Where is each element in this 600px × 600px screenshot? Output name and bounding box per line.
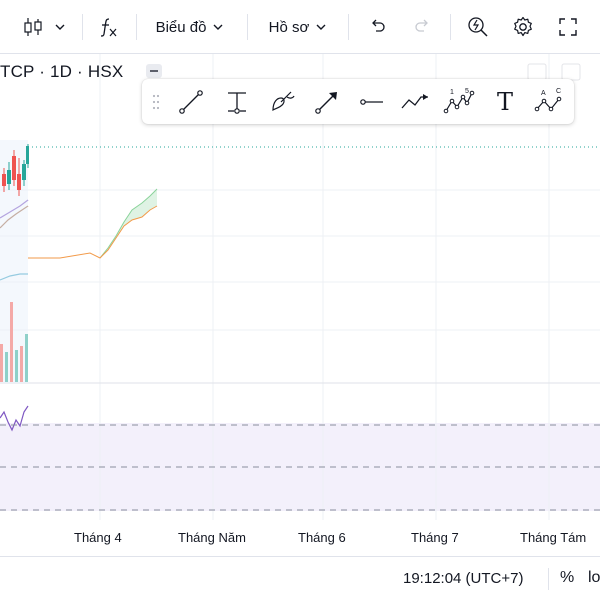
- gear-icon: [514, 16, 532, 37]
- function-icon: [100, 18, 117, 37]
- toolbar-divider: [82, 14, 83, 40]
- abcd-label-c: C: [556, 88, 561, 95]
- arrow-tool[interactable]: [310, 85, 344, 119]
- settings-button[interactable]: [507, 8, 539, 46]
- oscillator-line: [0, 405, 29, 432]
- path-icon: [401, 94, 428, 109]
- arrow-icon: [315, 92, 337, 114]
- redo-button[interactable]: [408, 8, 438, 46]
- percent-scale-toggle[interactable]: %: [560, 569, 574, 587]
- chevron-down-icon: [316, 24, 326, 30]
- profile-menu[interactable]: Hồ sơ: [258, 8, 338, 46]
- horizontal-grid: [0, 189, 600, 331]
- abcd-label-a: A: [541, 90, 546, 97]
- symbol-info[interactable]: TCP · 1D · HSX: [0, 62, 123, 82]
- path-tool[interactable]: [398, 85, 432, 119]
- toolbar-divider: [247, 14, 248, 40]
- time-label-april: Tháng 4: [74, 530, 122, 545]
- drawing-toolbar: 1 5 T A C: [142, 79, 574, 124]
- scale-buttons: [527, 63, 581, 81]
- chart-style-button[interactable]: [18, 8, 70, 46]
- drag-handle-icon[interactable]: [152, 93, 160, 111]
- status-divider: [548, 568, 549, 590]
- trend-line-tool[interactable]: [174, 85, 208, 119]
- time-label-august: Tháng Tám: [520, 530, 587, 545]
- chevron-down-icon: [55, 24, 65, 30]
- measure-icon: [228, 92, 246, 114]
- top-toolbar: Biểu đồ Hồ sơ: [0, 0, 600, 54]
- indicators-button[interactable]: [92, 8, 124, 46]
- toolbar-divider: [348, 14, 349, 40]
- abcd-icon: A C: [534, 88, 562, 112]
- profile-label: Hồ sơ: [268, 18, 310, 36]
- trend-line-icon: [179, 90, 203, 114]
- text-tool[interactable]: T: [488, 85, 522, 119]
- brush-tool[interactable]: [266, 85, 300, 119]
- collapse-legend-button[interactable]: [146, 64, 162, 78]
- abcd-pattern-tool[interactable]: A C: [532, 85, 566, 119]
- quick-search-button[interactable]: [462, 8, 494, 46]
- chevron-down-icon: [213, 24, 223, 30]
- time-label-july: Tháng 7: [411, 530, 459, 545]
- time-label-may: Tháng Năm: [178, 530, 246, 545]
- time-label-june: Tháng 6: [298, 530, 346, 545]
- log-scale-toggle[interactable]: lo: [588, 569, 600, 587]
- undo-icon: [372, 19, 385, 32]
- elliott-label-1: 1: [450, 89, 454, 96]
- elliott-wave-tool[interactable]: 1 5: [442, 85, 476, 119]
- undo-button[interactable]: [362, 8, 392, 46]
- elliott-wave-icon: 1 5: [443, 88, 475, 114]
- fullscreen-icon: [559, 18, 577, 36]
- chart-type-menu[interactable]: Biểu đồ: [146, 8, 234, 46]
- lightning-search-icon: [468, 17, 488, 37]
- horizontal-ray-icon: [360, 99, 383, 105]
- toolbar-divider: [136, 14, 137, 40]
- text-icon: T: [496, 88, 513, 116]
- status-bar: 19:12:04 (UTC+7) % lo: [0, 556, 600, 600]
- clock-timezone[interactable]: 19:12:04 (UTC+7): [403, 570, 523, 587]
- chart-type-label: Biểu đồ: [155, 18, 207, 36]
- redo-icon: [415, 19, 428, 32]
- elliott-label-5: 5: [465, 88, 469, 95]
- candles-icon: [24, 18, 42, 36]
- fullscreen-button[interactable]: [552, 8, 584, 46]
- brush-icon: [272, 91, 295, 111]
- price-range-tool[interactable]: [220, 85, 254, 119]
- time-axis[interactable]: Tháng 4 Tháng Năm Tháng 6 Tháng 7 Tháng …: [0, 520, 600, 556]
- toolbar-divider: [450, 14, 451, 40]
- horizontal-ray-tool[interactable]: [354, 85, 388, 119]
